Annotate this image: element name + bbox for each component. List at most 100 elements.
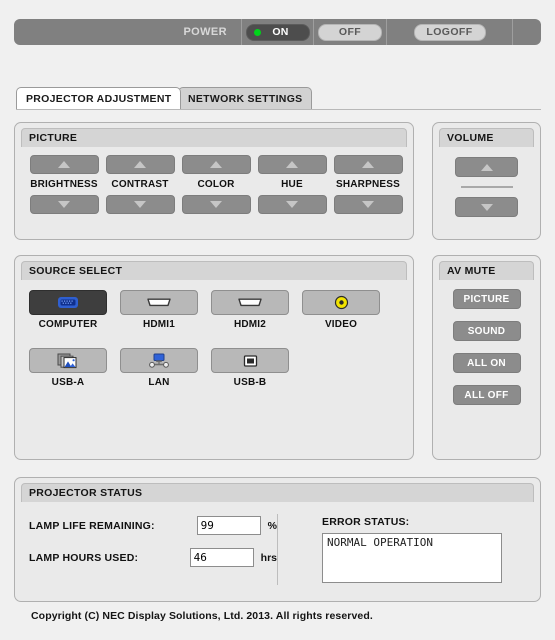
- source-button-usb-b[interactable]: [211, 348, 289, 373]
- source-cell-usb-a: USB-A: [29, 348, 107, 388]
- source-cell-lan: LAN: [120, 348, 198, 388]
- picture-control-brightness: BRIGHTNESS: [29, 155, 99, 214]
- triangle-down-icon: [58, 201, 70, 208]
- source-label-computer: COMPUTER: [38, 319, 98, 330]
- av-mute-panel: AV MUTE PICTURE SOUND ALL ON ALL OFF: [432, 255, 541, 460]
- brightness-down-button[interactable]: [29, 195, 99, 214]
- color-up-button[interactable]: [181, 155, 251, 174]
- power-bar: POWER ON OFF LOGOFF: [14, 19, 541, 45]
- picture-control-contrast: CONTRAST: [105, 155, 175, 214]
- source-select-grid: COMPUTER HDMI1 HDMI2 VIDEO USB-A LAN USB…: [29, 290, 399, 388]
- sharpness-down-button[interactable]: [333, 195, 403, 214]
- error-status-label: ERROR STATUS:: [322, 516, 410, 528]
- triangle-up-icon: [210, 161, 222, 168]
- tab-strip: PROJECTOR ADJUSTMENT NETWORK SETTINGS: [16, 87, 541, 110]
- power-bar-end: [513, 19, 541, 45]
- source-cell-hdmi1: HDMI1: [120, 290, 198, 330]
- source-label-video: VIDEO: [324, 319, 358, 330]
- source-cell-usb-b: USB-B: [211, 348, 289, 388]
- av-mute-panel-header: AV MUTE: [439, 261, 534, 280]
- power-off-cell: OFF: [314, 19, 387, 45]
- triangle-down-icon: [286, 201, 298, 208]
- volume-controls: [433, 157, 540, 217]
- power-led-icon: [253, 28, 261, 36]
- power-on-label: ON: [272, 26, 289, 38]
- source-cell-video: VIDEO: [302, 290, 380, 330]
- error-status-textarea[interactable]: NORMAL OPERATION: [322, 533, 502, 583]
- logoff-cell: LOGOFF: [387, 19, 513, 45]
- source-cell-computer: COMPUTER: [29, 290, 107, 330]
- contrast-label: CONTRAST: [111, 179, 169, 190]
- projector-status-panel: PROJECTOR STATUS LAMP LIFE REMAINING: % …: [14, 477, 541, 602]
- source-button-lan[interactable]: [120, 348, 198, 373]
- triangle-down-icon: [210, 201, 222, 208]
- contrast-up-button[interactable]: [105, 155, 175, 174]
- logoff-button[interactable]: LOGOFF: [413, 23, 486, 41]
- contrast-down-button[interactable]: [105, 195, 175, 214]
- sharpness-up-button[interactable]: [333, 155, 403, 174]
- power-label: POWER: [14, 19, 242, 45]
- error-status-group: ERROR STATUS: NORMAL OPERATION: [278, 506, 540, 597]
- color-label: COLOR: [197, 179, 235, 190]
- volume-down-button[interactable]: [455, 197, 518, 217]
- volume-panel: VOLUME: [432, 122, 541, 240]
- source-button-hdmi2[interactable]: [211, 290, 289, 315]
- vga-connector-icon: [58, 297, 78, 308]
- picture-panel-title: PICTURE: [29, 132, 78, 144]
- brightness-up-button[interactable]: [29, 155, 99, 174]
- picture-control-color: COLOR: [181, 155, 251, 214]
- color-down-button[interactable]: [181, 195, 251, 214]
- hdmi-connector-icon: [147, 298, 171, 307]
- triangle-up-icon: [480, 163, 493, 171]
- sharpness-label: SHARPNESS: [335, 179, 401, 190]
- lamp-life-row: LAMP LIFE REMAINING: %: [29, 516, 277, 535]
- av-mute-buttons: PICTURE SOUND ALL ON ALL OFF: [433, 289, 540, 417]
- av-mute-sound-button[interactable]: SOUND: [452, 321, 521, 341]
- lamp-life-label: LAMP LIFE REMAINING:: [29, 519, 155, 532]
- source-label-usb-b: USB-B: [233, 377, 267, 388]
- tab-network-settings[interactable]: NETWORK SETTINGS: [178, 87, 313, 109]
- brightness-label: BRIGHTNESS: [30, 179, 98, 190]
- copyright-footer: Copyright (C) NEC Display Solutions, Ltd…: [31, 610, 373, 622]
- source-button-video[interactable]: [302, 290, 380, 315]
- source-row-2: USB-A LAN USB-B: [29, 348, 399, 388]
- triangle-up-icon: [362, 161, 374, 168]
- triangle-down-icon: [480, 203, 493, 211]
- lamp-hours-label: LAMP HOURS USED:: [29, 551, 139, 564]
- hue-up-button[interactable]: [257, 155, 327, 174]
- network-icon: [149, 353, 169, 368]
- source-label-usb-a: USB-A: [51, 377, 85, 388]
- av-mute-all-off-button[interactable]: ALL OFF: [452, 385, 521, 405]
- lamp-hours-unit: hrs: [260, 551, 277, 564]
- lamp-hours-input[interactable]: [189, 548, 254, 567]
- picture-controls-grid: BRIGHTNESS CONTRAST COLOR HUE SHARPNESS: [29, 155, 403, 214]
- picture-control-sharpness: SHARPNESS: [333, 155, 403, 214]
- source-button-hdmi1[interactable]: [120, 290, 198, 315]
- volume-up-button[interactable]: [455, 157, 518, 177]
- lamp-life-input[interactable]: [196, 516, 261, 535]
- source-label-hdmi2: HDMI2: [233, 319, 267, 330]
- av-mute-picture-button[interactable]: PICTURE: [452, 289, 521, 309]
- lamp-life-unit: %: [267, 519, 277, 532]
- usb-b-connector-icon: [243, 354, 257, 367]
- triangle-down-icon: [362, 201, 374, 208]
- hue-down-button[interactable]: [257, 195, 327, 214]
- rca-connector-icon: [334, 295, 348, 310]
- source-select-panel-title: SOURCE SELECT: [29, 265, 123, 277]
- av-mute-all-on-button[interactable]: ALL ON: [452, 353, 521, 373]
- hue-label: HUE: [281, 179, 303, 190]
- projector-status-panel-title: PROJECTOR STATUS: [29, 487, 143, 499]
- power-off-button[interactable]: OFF: [318, 23, 382, 41]
- lamp-status-group: LAMP LIFE REMAINING: % LAMP HOURS USED: …: [15, 506, 277, 597]
- power-on-button[interactable]: ON: [245, 23, 310, 41]
- triangle-up-icon: [286, 161, 298, 168]
- tab-projector-adjustment[interactable]: PROJECTOR ADJUSTMENT: [16, 87, 182, 109]
- volume-panel-header: VOLUME: [439, 128, 534, 147]
- tab-underline: [16, 109, 541, 110]
- source-button-usb-a[interactable]: [29, 348, 107, 373]
- source-row-1: COMPUTER HDMI1 HDMI2 VIDEO: [29, 290, 399, 330]
- triangle-up-icon: [58, 161, 70, 168]
- triangle-up-icon: [134, 161, 146, 168]
- source-button-computer[interactable]: [29, 290, 107, 315]
- source-select-panel: SOURCE SELECT COMPUTER HDMI1 HDMI2 VIDEO…: [14, 255, 414, 460]
